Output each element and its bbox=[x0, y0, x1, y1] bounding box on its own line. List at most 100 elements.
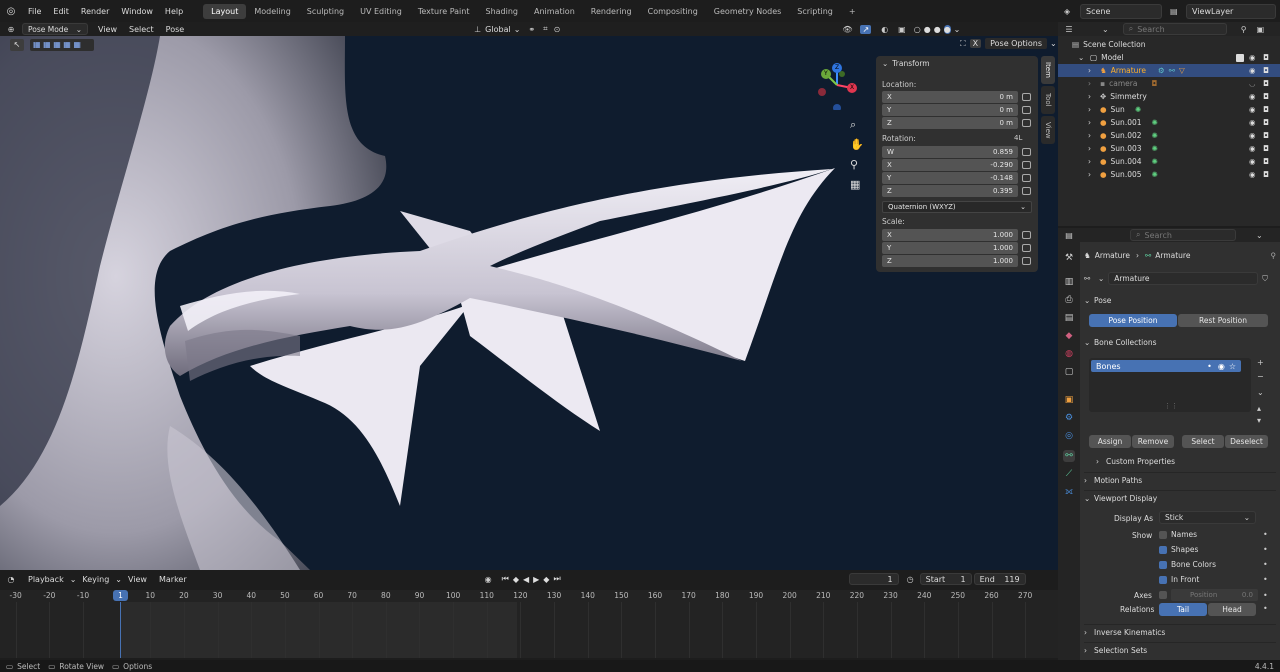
datablock-name-field[interactable]: Armature bbox=[1108, 272, 1259, 285]
axes-checkbox[interactable] bbox=[1159, 591, 1167, 599]
perspective-grid-icon[interactable]: ▦ bbox=[850, 178, 860, 191]
camera-icon[interactable]: ◘ bbox=[1263, 66, 1269, 75]
motion-paths-panel-header[interactable]: › Motion Paths bbox=[1084, 472, 1276, 487]
outliner-search-input[interactable]: ⌕ Search bbox=[1122, 23, 1227, 35]
lock-icon[interactable] bbox=[1022, 148, 1031, 156]
mirror-x-icon[interactable]: X bbox=[969, 39, 982, 48]
bone-colors-checkbox[interactable]: Bone Colors bbox=[1159, 560, 1216, 569]
current-frame-field[interactable]: 1 bbox=[848, 573, 899, 585]
end-frame-field[interactable]: End 119 bbox=[973, 573, 1026, 585]
camera-icon[interactable]: ◘ bbox=[1263, 79, 1269, 88]
jump-end-icon[interactable]: ⏭ bbox=[553, 574, 560, 584]
lock-icon[interactable] bbox=[1022, 187, 1031, 195]
shading-material-icon[interactable]: ● bbox=[934, 25, 941, 34]
shading-rendered-icon[interactable]: ● bbox=[943, 24, 951, 34]
scale-x-field[interactable]: X 1.000 bbox=[882, 229, 1018, 241]
outliner-item-sun-005[interactable]: › ● Sun.005 ✺ ◉ ◘ bbox=[1058, 168, 1280, 181]
proportional-icon[interactable]: ⊙ bbox=[554, 25, 561, 34]
mode-dropdown[interactable]: Pose Mode ⌄ bbox=[22, 23, 88, 35]
in-front-checkbox[interactable]: In Front bbox=[1159, 575, 1199, 584]
pose-panel-header[interactable]: ⌄ Pose bbox=[1084, 293, 1276, 308]
menu-help[interactable]: Help bbox=[159, 7, 189, 16]
bone-collections-panel-header[interactable]: ⌄ Bone Collections bbox=[1084, 335, 1276, 350]
workspace-tab-modeling[interactable]: Modeling bbox=[246, 4, 298, 19]
npanel-tab-tool[interactable]: Tool bbox=[1041, 86, 1055, 114]
scene-tab-icon[interactable]: ◆ bbox=[1063, 330, 1075, 342]
add-collection-button[interactable]: + bbox=[1257, 358, 1264, 367]
orientation-dropdown[interactable]: Global bbox=[485, 25, 511, 34]
lock-icon[interactable] bbox=[1022, 93, 1031, 101]
rest-position-button[interactable]: Rest Position bbox=[1178, 314, 1268, 327]
zoom-icon[interactable]: ⌕ bbox=[850, 118, 856, 132]
workspace-tab-rendering[interactable]: Rendering bbox=[583, 4, 640, 19]
tool-settings-tab-icon[interactable]: ⚒ bbox=[1063, 252, 1075, 264]
checkbox-icon[interactable] bbox=[1236, 53, 1244, 62]
eye-icon[interactable]: ◉ bbox=[1249, 170, 1256, 179]
next-key-icon[interactable]: ◆ bbox=[543, 575, 549, 584]
pose-tool-icon[interactable]: ⛶ bbox=[960, 39, 966, 49]
prev-key-icon[interactable]: ◆ bbox=[513, 575, 519, 584]
lock-icon[interactable] bbox=[1022, 174, 1031, 182]
collection-tab-icon[interactable]: ▢ bbox=[1063, 366, 1075, 378]
viewport-display-panel-header[interactable]: ⌄ Viewport Display bbox=[1084, 490, 1276, 505]
move-down-button[interactable]: ▾ bbox=[1257, 416, 1261, 425]
pivot-icon[interactable]: ⚭ bbox=[528, 25, 535, 34]
lock-icon[interactable] bbox=[1022, 244, 1031, 252]
assign-button[interactable]: Assign bbox=[1089, 435, 1131, 448]
outliner-scene-collection[interactable]: ▤ Scene Collection bbox=[1058, 38, 1280, 51]
camera-icon[interactable]: ◘ bbox=[1263, 170, 1269, 179]
workspace-tab-uv-editing[interactable]: UV Editing bbox=[352, 4, 410, 19]
armature-data-tab-icon[interactable]: ⚯ bbox=[1063, 450, 1075, 462]
selection-sets-panel-header[interactable]: › Selection Sets bbox=[1084, 642, 1276, 657]
eye-icon[interactable]: ◉ bbox=[1249, 66, 1256, 75]
camera-icon[interactable]: ◘ bbox=[1263, 105, 1269, 114]
timeline-menu-keying[interactable]: Keying bbox=[76, 575, 115, 584]
blender-logo-icon[interactable]: ◎ bbox=[0, 6, 22, 17]
relations-tail-button[interactable]: Tail bbox=[1159, 603, 1207, 616]
eye-icon[interactable]: ◉ bbox=[1218, 362, 1225, 371]
timeline-menu-view[interactable]: View bbox=[122, 575, 153, 584]
menu-window[interactable]: Window bbox=[115, 7, 159, 16]
outliner-item-sun-003[interactable]: › ● Sun.003 ✺ ◉ ◘ bbox=[1058, 142, 1280, 155]
scale-z-field[interactable]: Z 1.000 bbox=[882, 255, 1018, 267]
new-collection-icon[interactable]: ▣ bbox=[1257, 25, 1265, 34]
npanel-tab-view[interactable]: View bbox=[1041, 116, 1055, 144]
outliner-item-sun-001[interactable]: › ● Sun.001 ✺ ◉ ◘ bbox=[1058, 116, 1280, 129]
star-icon[interactable]: ☆ bbox=[1229, 362, 1236, 371]
view-layer-tab-icon[interactable]: ▤ bbox=[1063, 312, 1075, 324]
world-tab-icon[interactable]: ◍ bbox=[1063, 348, 1075, 360]
move-up-button[interactable]: ▴ bbox=[1257, 404, 1261, 413]
eye-icon[interactable]: ◉ bbox=[1249, 157, 1256, 166]
physics-tab-icon[interactable]: ◎ bbox=[1063, 430, 1075, 442]
scale-y-field[interactable]: Y 1.000 bbox=[882, 242, 1018, 254]
scene-field[interactable]: Scene bbox=[1080, 3, 1162, 19]
viewport-menu-select[interactable]: Select bbox=[123, 25, 160, 34]
eye-icon[interactable]: ◉ bbox=[1249, 118, 1256, 127]
camera-icon[interactable]: ◘ bbox=[1263, 131, 1269, 140]
eye-icon[interactable]: ◉ bbox=[1249, 53, 1256, 62]
playhead[interactable]: 1 bbox=[113, 590, 128, 601]
remove-collection-button[interactable]: − bbox=[1257, 372, 1264, 381]
properties-search-input[interactable]: ⌕ Search bbox=[1130, 229, 1236, 241]
pin-icon[interactable]: ⚲ bbox=[1271, 251, 1277, 260]
record-icon[interactable]: ◉ bbox=[485, 575, 492, 584]
tool-select-icon[interactable]: ↖ bbox=[10, 39, 24, 51]
viewport-menu-pose[interactable]: Pose bbox=[160, 25, 191, 34]
xray-icon[interactable]: ▣ bbox=[898, 25, 906, 34]
lock-icon[interactable] bbox=[1022, 231, 1031, 239]
rotation-y-field[interactable]: Y -0.148 bbox=[882, 172, 1018, 184]
remove-button[interactable]: Remove bbox=[1132, 435, 1174, 448]
rotation-4l-toggle[interactable]: 4L bbox=[1014, 134, 1022, 142]
render-tab-icon[interactable]: ▥ bbox=[1063, 276, 1075, 288]
workspace-tab-shading[interactable]: Shading bbox=[477, 4, 526, 19]
outliner-item-simmetry[interactable]: › ✥ Simmetry ◉ ◘ bbox=[1058, 90, 1280, 103]
pan-hand-icon[interactable]: ✋ bbox=[850, 138, 864, 151]
gizmo-toggle-icon[interactable]: ↗ bbox=[860, 24, 872, 34]
chevron-down-icon[interactable]: ⌄ bbox=[954, 25, 961, 34]
eye-icon[interactable]: ◉ bbox=[1249, 144, 1256, 153]
shading-wireframe-icon[interactable]: ○ bbox=[914, 25, 921, 34]
list-resize-handle-icon[interactable]: ⋮⋮ bbox=[1164, 402, 1178, 410]
datablock-selector[interactable]: ⚯ ⌄ Armature ⛉ bbox=[1084, 271, 1276, 286]
eye-closed-icon[interactable]: ◡ bbox=[1249, 79, 1256, 88]
rotation-x-field[interactable]: X -0.290 bbox=[882, 159, 1018, 171]
